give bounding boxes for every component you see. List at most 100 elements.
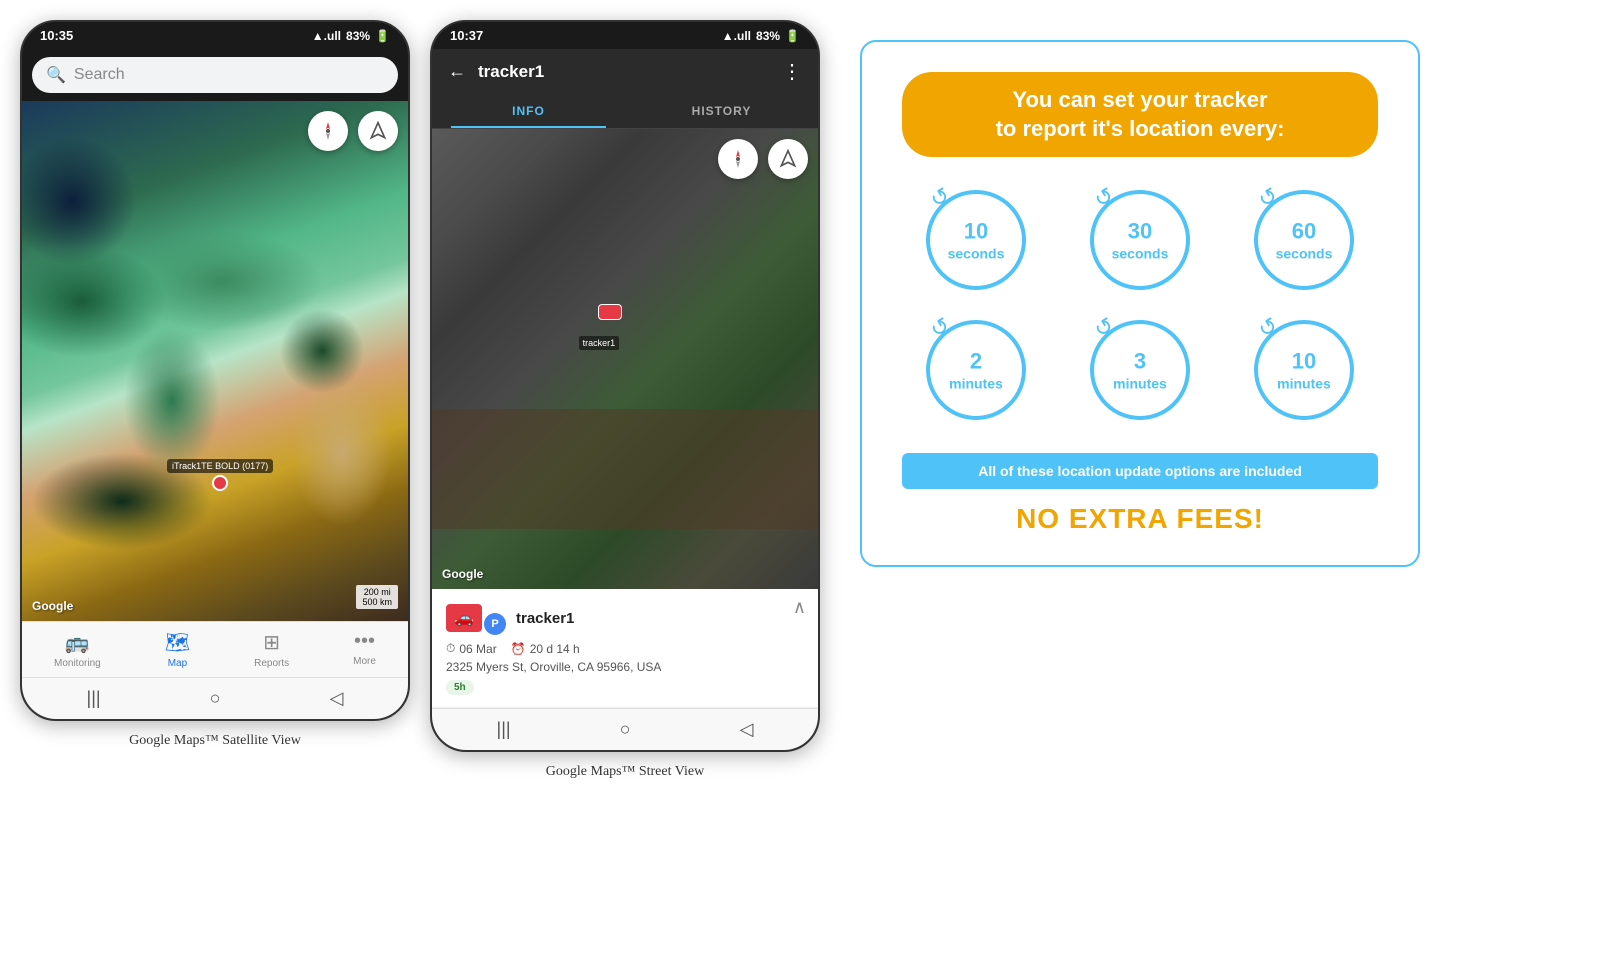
phone2-caption: Google Maps™ Street View [546,764,704,780]
nav-more[interactable]: ••• More [353,630,376,669]
tracker-duration: 20 d 14 h [530,642,580,656]
tracker-name: tracker1 [516,610,574,627]
recent-gesture2[interactable]: ◁ [740,719,754,740]
phone1-bottom-bar: ||| ○ ◁ [22,677,408,719]
street-car [598,304,622,320]
compass-button[interactable] [308,111,348,151]
circle-30sec-value: 30 [1112,219,1169,245]
tab-info-label: INFO [512,104,545,118]
recent-gesture[interactable]: ◁ [330,688,344,709]
back-gesture2[interactable]: ||| [497,719,511,740]
circle-60sec-unit: seconds [1276,245,1333,262]
phone1-battery-icon: 🔋 [375,29,390,43]
nav-map-label: Map [168,658,187,669]
no-extra-fees: NO EXTRA FEES! [902,503,1378,535]
street-map[interactable]: tracker1 Google [432,129,818,589]
collapse-button[interactable]: ∧ [793,597,806,618]
date-meta: ⏱ 06 Mar [446,641,497,656]
duration-meta: ⏰ 20 d 14 h [511,641,580,656]
info-card-inner: You can set your tracker to report it's … [860,40,1420,567]
google-watermark2: Google [442,567,483,581]
navigate-button[interactable] [358,111,398,151]
more-menu-icon[interactable]: ⋮ [782,59,802,84]
search-bar[interactable]: 🔍 Search [32,57,398,93]
tracker-thumb: 🚗 [446,604,482,632]
phone2-mockup: 10:37 ▲.ull 83% 🔋 ← tracker1 ⋮ INFO [430,20,820,752]
street-tracker-label: tracker1 [579,336,620,350]
phone2-tabs: INFO HISTORY [432,94,818,129]
phone2-header: ← tracker1 ⋮ [432,49,818,94]
phone1-battery: 83% [346,29,370,43]
nav-monitoring[interactable]: 🚌 Monitoring [54,630,101,669]
info-headline: You can set your tracker to report it's … [902,72,1378,157]
time-badge: 5h [446,680,474,695]
timer-icon: ⏰ [511,642,526,656]
phone1-nav: 🚌 Monitoring 🗺 Map ⊞ Reports ••• More [22,621,408,677]
phone2-status-bar: 10:37 ▲.ull 83% 🔋 [432,22,818,49]
search-icon: 🔍 [46,65,66,85]
nav-reports-label: Reports [254,658,289,669]
circle-2min-text: 2 minutes [949,349,1003,392]
tracker-meta: ⏱ 06 Mar ⏰ 20 d 14 h [446,641,804,656]
home-gesture2[interactable]: ○ [620,719,631,740]
circle-60sec-value: 60 [1276,219,1333,245]
navigate-button2[interactable] [768,139,808,179]
nav-monitoring-label: Monitoring [54,658,101,669]
circle-10min-value: 10 [1277,349,1331,375]
headline-line1: You can set your tracker [1012,87,1267,112]
compass-button2[interactable] [718,139,758,179]
back-button[interactable]: ← [448,61,466,82]
more-icon: ••• [354,630,375,653]
phone2-bottom-bar: ||| ○ ◁ [432,708,818,750]
phone2-battery-icon: 🔋 [785,29,800,43]
map-scale-mi: 200 mi [362,587,392,597]
circle-3min-unit: minutes [1113,375,1167,392]
tracker-date: 06 Mar [459,642,496,656]
circle-2min: ↺ 2 minutes [902,315,1050,425]
map-icon: 🗺 [165,630,190,655]
nav-reports[interactable]: ⊞ Reports [254,630,289,669]
phone1-status-bar: 10:35 ▲.ull 83% 🔋 [22,22,408,49]
phone2-time: 10:37 [450,28,483,43]
phone1-mockup: 10:35 ▲.ull 83% 🔋 🔍 Search [20,20,410,721]
no-fees-text: All of these location update options are… [978,463,1302,479]
map-scale-km: 500 km [362,597,392,607]
phone1-signal: ▲.ull [312,29,341,43]
circle-3min-value: 3 [1113,349,1167,375]
circle-30sec: ↺ 30 seconds [1066,185,1214,295]
circle-10sec-text: 10 seconds [948,219,1005,262]
circle-2min-value: 2 [949,349,1003,375]
phone2-signal: ▲.ull [722,29,751,43]
circle-10min-unit: minutes [1277,375,1331,392]
circles-grid: ↺ 10 seconds ↺ 3 [902,185,1378,425]
tracker-info-bar: ∧ 🚗 P tracker1 ⏱ 06 Mar ⏰ 20 d 14 h [432,589,818,708]
tab-info[interactable]: INFO [432,94,625,128]
nav-more-label: More [353,656,376,667]
circle-10sec-unit: seconds [948,245,1005,262]
car-icon [212,475,228,491]
info-card: You can set your tracker to report it's … [840,20,1440,587]
google-watermark: Google [32,599,73,613]
tracker-label: iTrack1TE BOLD (0177) [167,459,273,473]
circle-10sec-value: 10 [948,219,1005,245]
tracker-address: 2325 Myers St, Oroville, CA 95966, USA [446,660,804,674]
circle-10min-text: 10 minutes [1277,349,1331,392]
map-scale: 200 mi 500 km [356,585,398,609]
monitoring-icon: 🚌 [65,630,90,655]
circle-30sec-text: 30 seconds [1112,219,1169,262]
p-badge: P [484,613,506,635]
no-fees-banner: All of these location update options are… [902,453,1378,489]
back-gesture[interactable]: ||| [87,688,101,709]
circle-3min: ↺ 3 minutes [1066,315,1214,425]
tab-history-label: HISTORY [692,104,752,118]
search-placeholder: Search [74,66,125,84]
clock-icon: ⏱ [446,641,455,656]
phone1-time: 10:35 [40,28,73,43]
tab-history[interactable]: HISTORY [625,94,818,128]
home-gesture[interactable]: ○ [210,688,221,709]
circle-10sec: ↺ 10 seconds [902,185,1050,295]
circle-60sec: ↺ 60 seconds [1230,185,1378,295]
nav-map[interactable]: 🗺 Map [165,630,190,669]
satellite-map[interactable]: iTrack1TE BOLD (0177) 200 mi 500 km Goog… [22,101,408,621]
phone1-caption: Google Maps™ Satellite View [129,733,301,749]
